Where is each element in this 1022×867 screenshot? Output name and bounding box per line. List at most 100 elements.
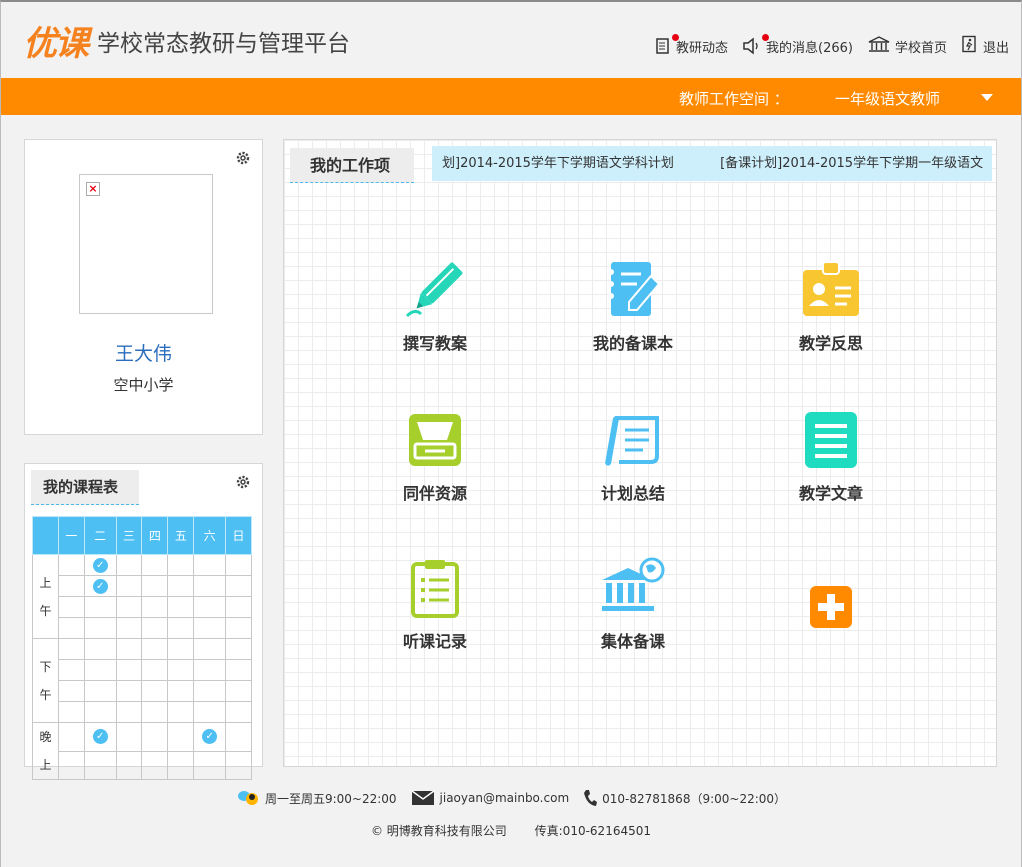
schedule-cell[interactable] — [115, 617, 143, 639]
schedule-cell[interactable] — [115, 750, 143, 780]
schedule-cell[interactable] — [115, 638, 143, 660]
schedule-cell[interactable] — [193, 596, 227, 618]
schedule-cell[interactable] — [167, 722, 195, 752]
schedule-cell[interactable] — [141, 554, 169, 576]
chevron-down-icon[interactable] — [981, 94, 993, 101]
schedule-cell[interactable] — [57, 575, 85, 597]
schedule-cell[interactable] — [115, 554, 143, 576]
schedule-cell[interactable] — [193, 617, 227, 639]
schedule-cell[interactable] — [57, 596, 85, 618]
schedule-cell[interactable] — [83, 659, 117, 681]
tile-teaching-reflection[interactable]: 教学反思 — [756, 258, 906, 354]
schedule-cell[interactable] — [115, 659, 143, 681]
schedule-cell[interactable] — [115, 575, 143, 597]
schedule-cell[interactable] — [57, 701, 85, 723]
schedule-cell[interactable] — [167, 680, 195, 702]
schedule-cell[interactable] — [141, 680, 169, 702]
schedule-cell[interactable]: ✓ — [83, 575, 117, 597]
footer-hours: 周一至周五9:00~22:00 — [236, 789, 397, 807]
schedule-cell[interactable]: ✓ — [193, 722, 227, 752]
schedule-cell[interactable] — [83, 750, 117, 780]
gear-icon[interactable] — [235, 474, 251, 490]
schedule-cell[interactable] — [141, 638, 169, 660]
tile-plan-summary[interactable]: 计划总结 — [558, 408, 708, 504]
schedule-cell[interactable] — [167, 575, 195, 597]
schedule-cell[interactable] — [141, 722, 169, 752]
schedule-cell[interactable] — [57, 617, 85, 639]
schedule-cell[interactable]: ✓ — [83, 722, 117, 752]
schedule-cell[interactable] — [115, 680, 143, 702]
speaker-icon — [742, 34, 769, 55]
schedule-cell[interactable] — [193, 554, 227, 576]
schedule-cell[interactable] — [83, 596, 117, 618]
schedule-cell[interactable] — [57, 554, 85, 576]
user-name[interactable]: 王大伟 — [25, 339, 262, 366]
role-select[interactable]: 一年级语文教师 — [835, 88, 940, 109]
nav-label: 教研动态 — [675, 40, 728, 56]
schedule-cell[interactable] — [193, 750, 227, 780]
check-icon: ✓ — [92, 578, 108, 594]
logo[interactable]: 优课 学校常态教研与管理平台 — [23, 16, 350, 65]
schedule-cell[interactable] — [167, 617, 195, 639]
schedule-cell[interactable] — [141, 617, 169, 639]
nav-logout[interactable]: 退出 — [961, 35, 1009, 57]
nav-school-home[interactable]: 学校首页 — [867, 35, 947, 57]
schedule-cell[interactable] — [225, 596, 252, 618]
schedule-cell[interactable] — [83, 701, 117, 723]
schedule-cell[interactable] — [141, 575, 169, 597]
schedule-cell[interactable] — [225, 575, 252, 597]
avatar[interactable]: × — [79, 174, 213, 314]
schedule-cell[interactable] — [83, 617, 117, 639]
schedule-cell[interactable] — [193, 701, 227, 723]
tile-lecture-records[interactable]: 听课记录 — [360, 556, 510, 652]
tile-teaching-articles[interactable]: 教学文章 — [756, 408, 906, 504]
add-tile-button[interactable] — [756, 586, 906, 628]
tile-peer-resources[interactable]: 同伴资源 — [360, 408, 510, 504]
schedule-cell[interactable] — [141, 659, 169, 681]
footer-email[interactable]: jiaoyan@mainbo.com — [411, 790, 569, 806]
schedule-cell[interactable] — [115, 722, 143, 752]
schedule-cell[interactable] — [193, 680, 227, 702]
nav-research-news[interactable]: 教研动态 — [654, 34, 728, 56]
schedule-cell[interactable] — [167, 638, 195, 660]
schedule-cell[interactable]: ✓ — [83, 554, 117, 576]
schedule-cell[interactable] — [225, 750, 252, 780]
schedule-cell[interactable] — [225, 701, 252, 723]
schedule-cell[interactable] — [225, 617, 252, 639]
schedule-cell[interactable] — [83, 680, 117, 702]
tile-write-lesson-plan[interactable]: 撰写教案 — [360, 258, 510, 354]
schedule-cell[interactable] — [167, 596, 195, 618]
schedule-cell[interactable] — [57, 659, 85, 681]
schedule-cell[interactable] — [115, 596, 143, 618]
schedule-cell[interactable] — [193, 575, 227, 597]
schedule-cell[interactable] — [141, 701, 169, 723]
mail-icon — [411, 790, 434, 805]
schedule-cell[interactable] — [83, 638, 117, 660]
day-header: 四 — [141, 516, 169, 555]
schedule-cell[interactable] — [57, 680, 85, 702]
nav-my-messages[interactable]: 我的消息(266) — [742, 34, 853, 56]
schedule-cell[interactable] — [141, 596, 169, 618]
tile-group-prep[interactable]: 集体备课 — [558, 556, 708, 652]
schedule-cell[interactable] — [225, 554, 252, 576]
schedule-cell[interactable] — [115, 701, 143, 723]
schedule-cell[interactable] — [167, 659, 195, 681]
gear-icon[interactable] — [235, 150, 251, 166]
ticker-item[interactable]: 划]2014-2015学年下学期语文学科计划 — [442, 156, 674, 171]
schedule-cell[interactable] — [141, 750, 169, 780]
schedule-cell[interactable] — [225, 638, 252, 660]
ticker-item[interactable]: [备课计划]2014-2015学年下学期一年级语文 — [720, 156, 983, 171]
schedule-cell[interactable] — [193, 659, 227, 681]
tile-my-prep-book[interactable]: 我的备课本 — [558, 258, 708, 354]
schedule-cell[interactable] — [225, 722, 252, 752]
schedule-cell[interactable] — [167, 701, 195, 723]
schedule-cell[interactable] — [225, 680, 252, 702]
schedule-cell[interactable] — [57, 750, 85, 780]
schedule-cell[interactable] — [225, 659, 252, 681]
tile-label: 计划总结 — [600, 484, 665, 503]
schedule-cell[interactable] — [57, 638, 85, 660]
schedule-cell[interactable] — [167, 750, 195, 780]
schedule-cell[interactable] — [57, 722, 85, 752]
schedule-cell[interactable] — [167, 554, 195, 576]
schedule-cell[interactable] — [193, 638, 227, 660]
